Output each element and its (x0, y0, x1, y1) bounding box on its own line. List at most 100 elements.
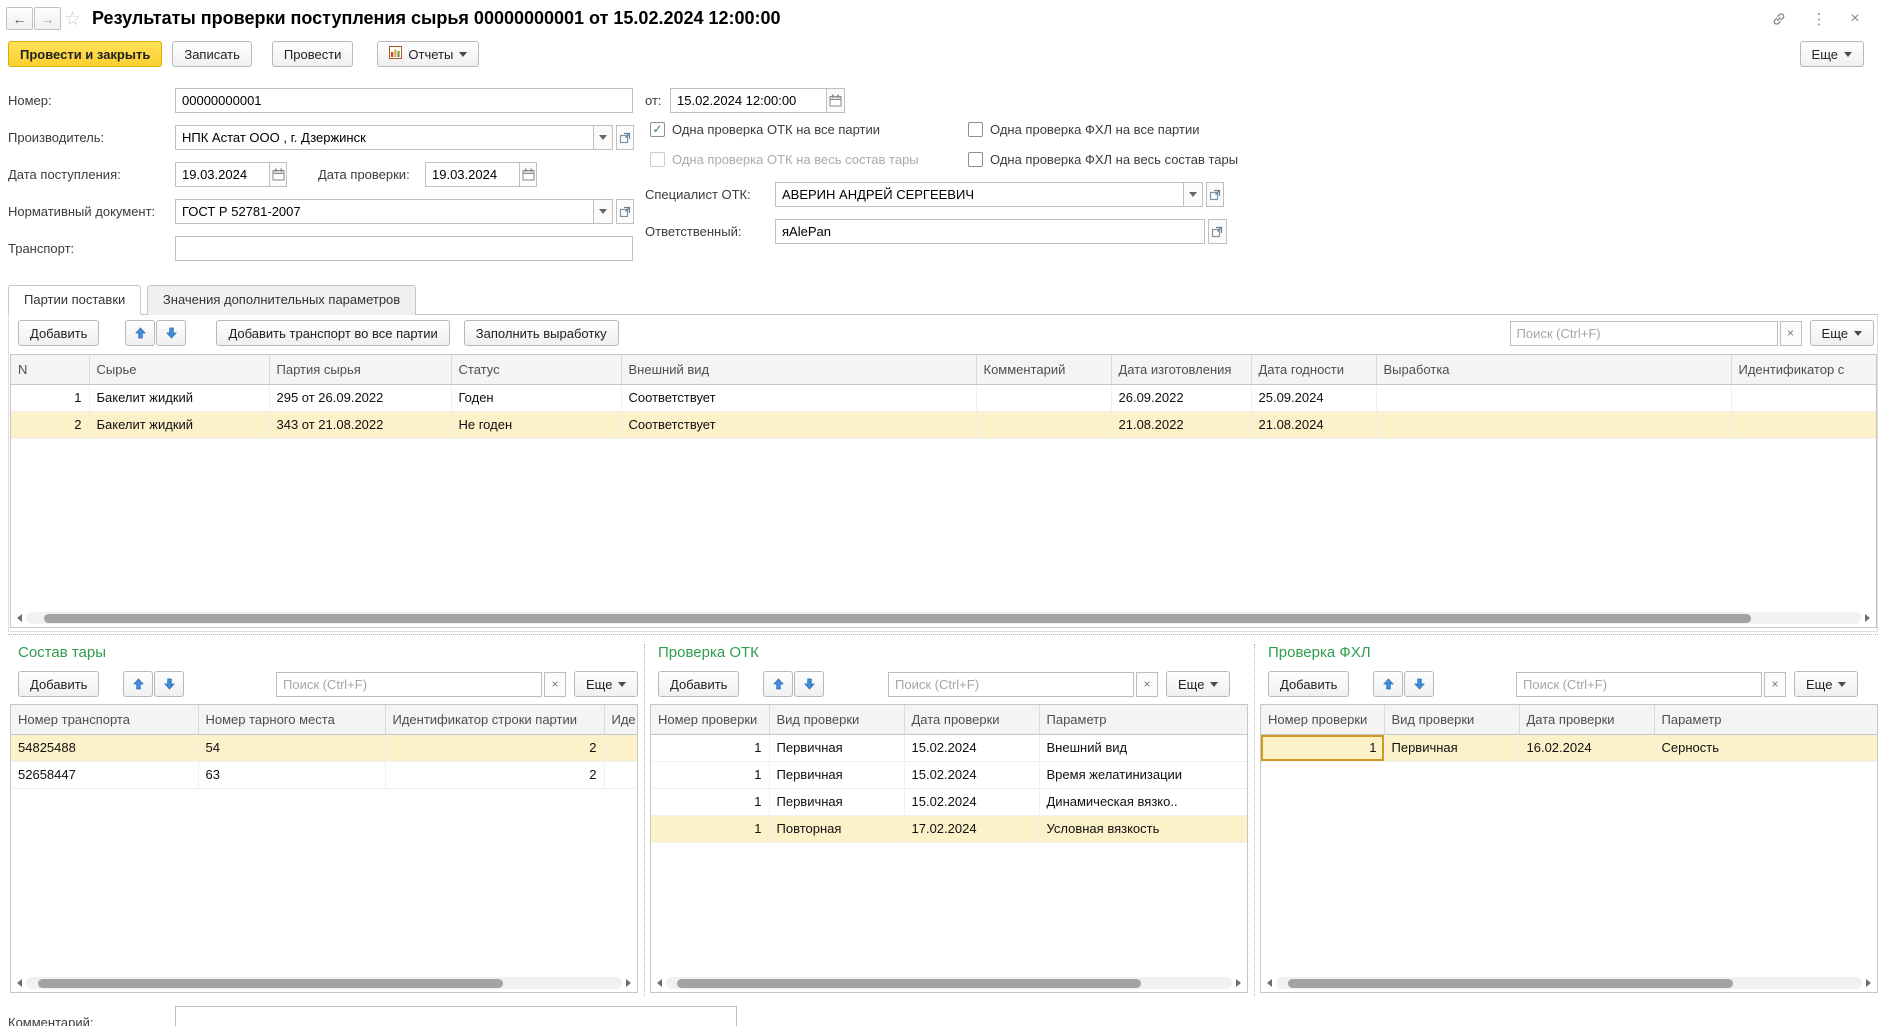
table-cell[interactable] (604, 761, 637, 788)
table-row[interactable]: 1Первичная16.02.2024Серность (1261, 734, 1877, 761)
table-cell[interactable]: 2 (385, 761, 604, 788)
tab-batches[interactable]: Партии поставки (8, 285, 141, 315)
dropdown-icon[interactable] (594, 199, 612, 224)
table-cell[interactable]: Соответствует (621, 384, 976, 411)
fill-output-button[interactable]: Заполнить выработку (464, 320, 619, 346)
scroll-left-button[interactable] (13, 976, 26, 990)
table-cell[interactable]: 21.08.2022 (1111, 411, 1251, 438)
column-header[interactable]: Внешний вид (621, 355, 976, 384)
checkbox-box[interactable] (968, 122, 983, 137)
table-cell[interactable] (1731, 411, 1876, 438)
normative-doc-field[interactable] (175, 199, 594, 224)
table-cell[interactable]: Условная вязкость (1039, 815, 1247, 842)
move-up-button[interactable] (763, 671, 793, 697)
checkbox-box[interactable]: ✓ (650, 122, 665, 137)
table-cell[interactable]: 1 (11, 384, 89, 411)
table-cell[interactable]: 15.02.2024 (904, 734, 1039, 761)
table-cell[interactable]: 15.02.2024 (904, 761, 1039, 788)
scroll-right-button[interactable] (1862, 976, 1875, 990)
table-cell[interactable]: 54825488 (11, 734, 198, 761)
table-row[interactable]: 52658447632 (11, 761, 637, 788)
add-transport-button[interactable]: Добавить транспорт во все партии (216, 320, 449, 346)
check-date-field[interactable] (425, 162, 520, 187)
table-row[interactable]: 1Первичная15.02.2024Время желатинизации (651, 761, 1247, 788)
forward-button[interactable]: → (34, 7, 61, 30)
scrollbar-thumb[interactable] (38, 979, 503, 988)
column-header[interactable]: Дата изготовления (1111, 355, 1251, 384)
table-cell[interactable]: Серность (1654, 734, 1877, 761)
post-and-close-button[interactable]: Провести и закрыть (8, 41, 162, 67)
doc-date-field[interactable] (670, 88, 827, 113)
vertical-splitter[interactable] (1254, 644, 1255, 996)
table-cell[interactable]: Первичная (1384, 734, 1519, 761)
table-cell[interactable]: Первичная (769, 788, 904, 815)
table-cell[interactable]: Внешний вид (1039, 734, 1247, 761)
column-header[interactable]: Идентификатор с (1731, 355, 1876, 384)
scrollbar-thumb[interactable] (44, 614, 1751, 623)
checkbox-fhl-all-batches[interactable]: Одна проверка ФХЛ на все партии (968, 121, 1199, 137)
table-cell[interactable]: 295 от 26.09.2022 (269, 384, 451, 411)
table-cell[interactable]: Динамическая вязко.. (1039, 788, 1247, 815)
column-header[interactable]: Выработка (1376, 355, 1731, 384)
column-header[interactable]: Иде (604, 705, 637, 734)
add-button[interactable]: Добавить (18, 671, 99, 697)
form-more-button[interactable]: Еще (1800, 41, 1864, 67)
vertical-splitter[interactable] (644, 644, 645, 996)
link-icon[interactable] (1768, 9, 1790, 29)
calendar-icon[interactable] (827, 88, 845, 113)
transport-field[interactable] (175, 236, 633, 261)
column-header[interactable]: Номер транспорта (11, 705, 198, 734)
table-cell[interactable]: 63 (198, 761, 385, 788)
otk-table[interactable]: Номер проверкиВид проверкиДата проверкиП… (651, 705, 1248, 843)
column-header[interactable]: Параметр (1654, 705, 1877, 734)
table-cell[interactable] (1731, 384, 1876, 411)
write-button[interactable]: Записать (172, 41, 252, 67)
checkbox-box[interactable] (968, 152, 983, 167)
move-up-button[interactable] (125, 320, 155, 346)
horizontal-splitter[interactable] (8, 634, 1878, 635)
manufacturer-field[interactable] (175, 125, 594, 150)
horizontal-scrollbar[interactable] (653, 976, 1245, 990)
column-header[interactable]: Номер проверки (1261, 705, 1384, 734)
clear-search-icon[interactable]: × (1764, 672, 1786, 697)
scroll-left-button[interactable] (13, 611, 26, 625)
horizontal-scrollbar[interactable] (13, 976, 635, 990)
table-cell[interactable]: 21.08.2024 (1251, 411, 1376, 438)
dropdown-icon[interactable] (1184, 182, 1202, 207)
move-down-button[interactable] (156, 320, 186, 346)
table-cell[interactable]: 343 от 21.08.2022 (269, 411, 451, 438)
column-header[interactable]: N (11, 355, 89, 384)
horizontal-scrollbar[interactable] (1263, 976, 1875, 990)
add-button[interactable]: Добавить (18, 320, 99, 346)
column-header[interactable]: Комментарий (976, 355, 1111, 384)
column-header[interactable]: Номер проверки (651, 705, 769, 734)
batches-table[interactable]: NСырьеПартия сырьяСтатусВнешний видКомме… (11, 355, 1877, 439)
table-cell[interactable]: 1 (651, 734, 769, 761)
reports-button[interactable]: Отчеты (377, 41, 479, 67)
scrollbar-thumb[interactable] (677, 979, 1141, 988)
containers-more-button[interactable]: Еще (574, 671, 638, 697)
scroll-left-button[interactable] (653, 976, 666, 990)
table-cell[interactable] (604, 734, 637, 761)
table-cell[interactable]: Время желатинизации (1039, 761, 1247, 788)
table-cell[interactable]: Соответствует (621, 411, 976, 438)
responsible-field[interactable] (775, 219, 1205, 244)
table-cell[interactable] (976, 384, 1111, 411)
table-cell[interactable]: 26.09.2022 (1111, 384, 1251, 411)
search-input[interactable] (1516, 672, 1762, 697)
column-header[interactable]: Идентификатор строки партии (385, 705, 604, 734)
table-cell[interactable]: Бакелит жидкий (89, 411, 269, 438)
otk-specialist-field[interactable] (775, 182, 1184, 207)
scroll-left-button[interactable] (1263, 976, 1276, 990)
search-input[interactable] (1510, 321, 1778, 346)
clear-search-icon[interactable]: × (1780, 321, 1802, 346)
calendar-icon[interactable] (270, 162, 287, 187)
move-down-button[interactable] (1404, 671, 1434, 697)
close-icon[interactable]: × (1844, 9, 1866, 29)
open-icon[interactable] (616, 125, 634, 150)
comment-field[interactable] (175, 1006, 737, 1026)
table-row[interactable]: 1Повторная17.02.2024Условная вязкость (651, 815, 1247, 842)
open-icon[interactable] (1208, 219, 1227, 244)
table-cell[interactable]: Повторная (769, 815, 904, 842)
otk-more-button[interactable]: Еще (1166, 671, 1230, 697)
